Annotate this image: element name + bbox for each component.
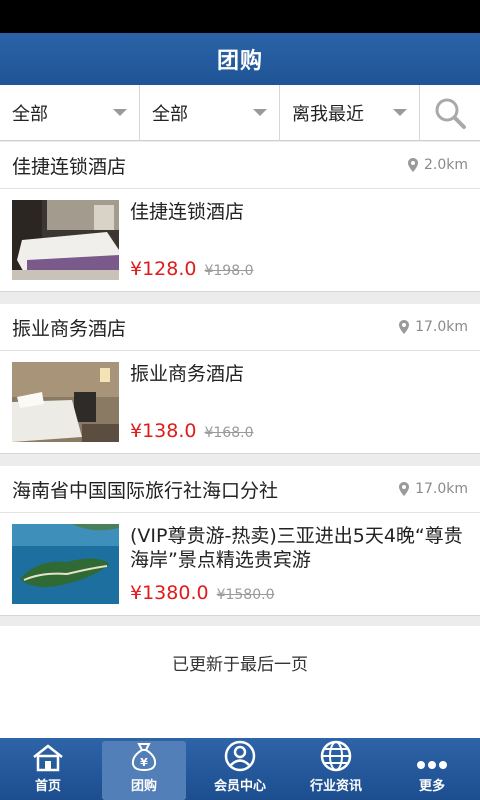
deal-card-header: 佳捷连锁酒店 2.0km [0,142,480,189]
distance: 2.0km [407,157,468,173]
title-bar: 团购 [0,33,480,85]
distance-value: 17.0km [415,319,468,335]
tab-label: 团购 [130,779,157,794]
end-of-list-message: 已更新于最后一页 [0,626,480,738]
store-name: 佳捷连锁酒店 [12,155,127,178]
deal-card[interactable]: 佳捷连锁酒店 2.0km 佳捷连锁酒店 ¥128.0 ¥198.0 [0,142,480,292]
home-icon [33,744,63,772]
tab-label: 会员中心 [213,779,266,794]
tab-member-center[interactable]: 会员中心 [192,738,288,800]
distance: 17.0km [399,481,468,497]
page-title: 团购 [216,49,263,74]
hotel-room-image [12,362,119,442]
tab-group-buy[interactable]: ¥ 团购 [102,741,186,800]
distance-value: 2.0km [423,157,468,173]
deal-card-body: (VIP尊贵游-热卖)三亚进出5天4晚“尊贵海岸”景点精选贵宾游 ¥1380.0… [0,513,480,615]
tab-label: 行业资讯 [309,779,362,794]
sort-filter[interactable]: 离我最近 [280,85,420,141]
tab-home[interactable]: 首页 [0,738,96,800]
location-pin-icon [399,320,410,334]
deal-card[interactable]: 振业商务酒店 17.0km 振业商务酒店 ¥138.0 ¥168.0 [0,304,480,454]
hotel-room-image [12,200,119,280]
distance-value: 17.0km [415,481,468,497]
end-of-list-text: 已更新于最后一页 [172,655,308,675]
dropdown-caret-icon [393,109,407,116]
tab-more[interactable]: 更多 [384,738,480,800]
original-price: ¥198.0 [204,263,254,279]
original-price: ¥1580.0 [216,587,275,603]
location-pin-icon [399,482,410,496]
deal-card-header: 海南省中国国际旅行社海口分社 17.0km [0,466,480,513]
status-bar [0,0,480,33]
filter-bar: 全部 全部 离我最近 [0,85,480,141]
deal-card[interactable]: 海南省中国国际旅行社海口分社 17.0km (VIP尊贵游-热卖)三亚进出5天4… [0,466,480,616]
search-icon [435,98,466,129]
deal-price: ¥1380.0 [130,582,209,604]
tab-industry-news[interactable]: 行业资讯 [288,738,384,800]
deal-list: 佳捷连锁酒店 2.0km 佳捷连锁酒店 ¥128.0 ¥198.0 振业商务酒店… [0,142,480,628]
location-pin-icon [407,158,418,172]
sort-filter-label: 离我最近 [292,104,364,125]
area-filter[interactable]: 全部 [140,85,280,141]
money-bag-icon: ¥ [131,743,157,772]
tab-label: 首页 [34,779,61,794]
deal-card-body: 佳捷连锁酒店 ¥128.0 ¥198.0 [0,189,480,291]
category-filter-label: 全部 [12,104,48,125]
bottom-tab-bar: 首页 ¥ 团购 会员中心 行业资讯 更多 [0,738,480,800]
search-button[interactable] [420,85,480,141]
original-price: ¥168.0 [204,425,254,441]
store-name: 振业商务酒店 [12,317,127,340]
deal-title: 振业商务酒店 [130,363,245,385]
deal-title: (VIP尊贵游-热卖)三亚进出5天4晚“尊贵海岸”景点精选贵宾游 [130,525,463,571]
dropdown-caret-icon [113,109,127,116]
globe-icon [320,740,352,772]
dropdown-caret-icon [253,109,267,116]
deal-card-header: 振业商务酒店 17.0km [0,304,480,351]
tab-label: 更多 [418,779,445,794]
user-icon [224,740,256,772]
deal-price: ¥138.0 [130,420,197,442]
deal-card-body: 振业商务酒店 ¥138.0 ¥168.0 [0,351,480,453]
more-icon [417,761,447,769]
area-filter-label: 全部 [152,104,188,125]
category-filter[interactable]: 全部 [0,85,140,141]
deal-price: ¥128.0 [130,258,197,280]
deal-title: 佳捷连锁酒店 [130,201,245,223]
island-image [12,524,119,604]
svg-text:¥: ¥ [140,756,148,769]
store-name: 海南省中国国际旅行社海口分社 [12,479,279,502]
distance: 17.0km [399,319,468,335]
